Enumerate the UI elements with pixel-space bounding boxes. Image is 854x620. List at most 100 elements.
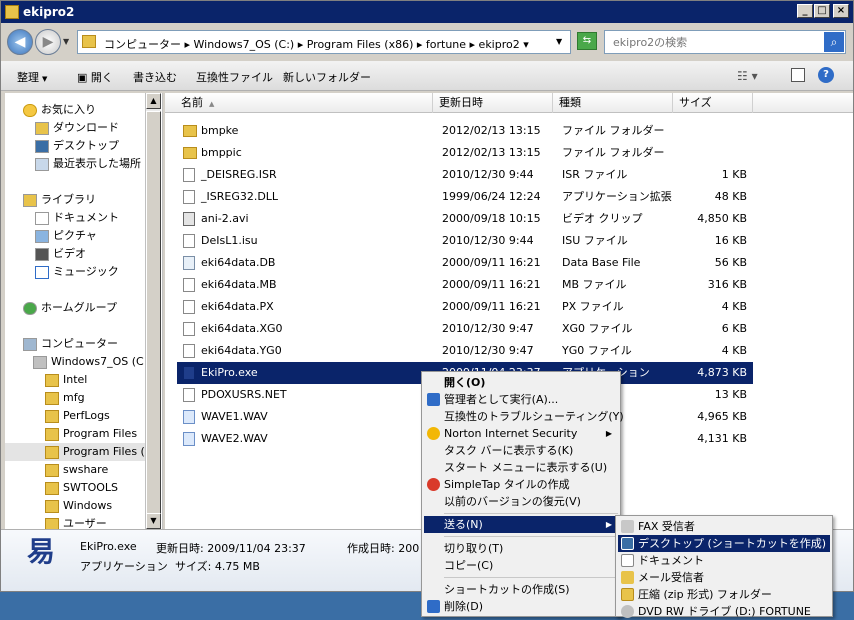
file-name: eki64data.PX: [201, 300, 274, 313]
maximize-button[interactable]: □: [814, 4, 830, 18]
menu-item-create-shortcut[interactable]: ショートカットの作成(S): [424, 581, 618, 598]
file-row[interactable]: eki64data.MB 2000/09/11 16:21 MB ファイル 316 K…: [177, 274, 753, 296]
column-date[interactable]: 更新日時: [433, 93, 553, 113]
menu-item-norton[interactable]: Norton Internet Security ▶: [424, 425, 618, 442]
file-row[interactable]: DeIsL1.isu 2010/12/30 9:44 ISU ファイル 16 KB: [177, 230, 753, 252]
sidebar-item-libraries[interactable]: ライブラリ: [23, 191, 96, 209]
new-folder-button[interactable]: 新しいフォルダー: [283, 69, 371, 85]
sidebar-folder[interactable]: ユーザー: [45, 515, 107, 529]
submenu-item-fax[interactable]: FAX 受信者: [618, 518, 830, 535]
menu-item-pin-taskbar[interactable]: タスク バーに表示する(K): [424, 442, 618, 459]
folder-icon: [183, 125, 197, 137]
menu-item-compat-troubleshoot[interactable]: 互換性のトラブルシューティング(Y): [424, 408, 624, 425]
sidebar-item-documents[interactable]: ドキュメント: [35, 209, 119, 227]
column-type[interactable]: 種類: [553, 93, 673, 113]
file-row[interactable]: eki64data.PX 2000/09/11 16:21 PX ファイル 4 KB: [177, 296, 753, 318]
forward-button[interactable]: ▶: [35, 29, 61, 55]
recent-pages-dropdown[interactable]: ▼: [63, 37, 69, 46]
refresh-button[interactable]: ⇆: [577, 32, 597, 50]
file-row[interactable]: _DEISREG.ISR 2010/12/30 9:44 ISR ファイル 1 KB: [177, 164, 753, 186]
navigation-pane: お気に入り ダウンロード デスクトップ 最近表示した場所 ライブラリ ドキュメン…: [5, 93, 163, 529]
preview-pane-button[interactable]: [791, 68, 805, 82]
search-icon[interactable]: ⌕: [824, 32, 844, 52]
sidebar-folder-selected[interactable]: Program Files (: [5, 443, 149, 461]
scroll-up-button[interactable]: ▲: [146, 93, 161, 109]
open-button[interactable]: ▣ 開く: [77, 69, 113, 85]
compat-files-button[interactable]: 互換性ファイル: [196, 69, 273, 85]
detail-kind: アプリケーション: [80, 560, 168, 573]
sidebar-item-videos[interactable]: ビデオ: [35, 245, 86, 263]
sidebar-folder[interactable]: swshare: [45, 461, 108, 479]
sidebar-item-drive[interactable]: Windows7_OS (C:): [33, 353, 152, 371]
sidebar-item-pictures[interactable]: ピクチャ: [35, 227, 97, 245]
sidebar-item-music[interactable]: ミュージック: [35, 263, 119, 281]
menu-item-pin-start[interactable]: スタート メニューに表示する(U): [424, 459, 618, 476]
submenu-item-documents[interactable]: ドキュメント: [618, 552, 830, 569]
search-input[interactable]: [605, 31, 825, 53]
file-row[interactable]: bmppic 2012/02/13 13:15 ファイル フォルダー: [177, 142, 753, 164]
menu-item-send-to[interactable]: 送る(N) ▶: [424, 516, 618, 533]
scroll-down-button[interactable]: ▼: [146, 513, 161, 529]
sidebar-folder[interactable]: Intel: [45, 371, 87, 389]
view-options-icon[interactable]: ☷ ▾: [737, 69, 758, 83]
menu-item-open[interactable]: 開く(O): [424, 374, 618, 391]
menu-item-cut[interactable]: 切り取り(T): [424, 540, 618, 557]
title-bar[interactable]: ekipro2 _ □ ×: [1, 1, 853, 23]
sidebar-item-computer[interactable]: コンピューター: [23, 335, 118, 353]
file-size: 56 KB: [714, 256, 747, 269]
sidebar-item-recent[interactable]: 最近表示した場所: [35, 155, 141, 173]
menu-item-restore-versions[interactable]: 以前のバージョンの復元(V): [424, 493, 618, 510]
file-row[interactable]: ani-2.avi 2000/09/18 10:15 ビデオ クリップ 4,850 K…: [177, 208, 753, 230]
file-name: eki64data.DB: [201, 256, 276, 269]
sidebar-item-homegroup[interactable]: ホームグループ: [23, 299, 117, 317]
back-button[interactable]: ◀: [7, 29, 33, 55]
file-name: PDOXUSRS.NET: [201, 388, 287, 401]
homegroup-icon: [23, 301, 37, 315]
file-name: bmppic: [201, 146, 242, 159]
sidebar-folder[interactable]: mfg: [45, 389, 85, 407]
menu-item-delete[interactable]: 削除(D): [424, 598, 618, 615]
sidebar-folder[interactable]: Program Files: [45, 425, 137, 443]
file-row[interactable]: eki64data.XG0 2010/12/30 9:47 XG0 ファイル 6 KB: [177, 318, 753, 340]
help-icon[interactable]: ?: [818, 67, 834, 83]
sidebar-folder[interactable]: PerfLogs: [45, 407, 110, 425]
minimize-button[interactable]: _: [797, 4, 813, 18]
burn-button[interactable]: 書き込む: [133, 69, 177, 85]
column-size[interactable]: サイズ: [673, 93, 753, 113]
close-button[interactable]: ×: [833, 4, 849, 18]
file-name: _ISREG32.DLL: [201, 190, 279, 203]
file-name: eki64data.XG0: [201, 322, 283, 335]
sidebar-folder[interactable]: SWTOOLS: [45, 479, 118, 497]
dvd-icon: [621, 605, 634, 618]
file-row[interactable]: eki64data.YG0 2010/12/30 9:47 YG0 ファイル 4 KB: [177, 340, 753, 362]
breadcrumb[interactable]: コンピューター ▸ Windows7_OS (C:) ▸ Program Fil…: [104, 36, 529, 52]
file-icon: [183, 168, 195, 182]
chevron-down-icon[interactable]: ▼: [556, 37, 562, 46]
file-date: 2000/09/11 16:21: [442, 300, 541, 313]
file-date: 2000/09/18 10:15: [442, 212, 541, 225]
submenu-item-desktop-shortcut[interactable]: デスクトップ (ショートカットを作成): [618, 535, 830, 552]
submenu-item-dvd[interactable]: DVD RW ドライブ (D:) FORTUNE: [618, 603, 830, 620]
sidebar-item-favorites[interactable]: お気に入り: [23, 101, 96, 119]
menu-item-copy[interactable]: コピー(C): [424, 557, 618, 574]
menu-item-simpletap[interactable]: SimpleTap タイルの作成: [424, 476, 618, 493]
sidebar-folder[interactable]: Windows: [45, 497, 112, 515]
menu-item-run-as-admin[interactable]: 管理者として実行(A)...: [424, 391, 618, 408]
search-box[interactable]: ⌕: [604, 30, 846, 54]
column-name[interactable]: 名前 ▲: [175, 93, 433, 113]
file-icon: [183, 190, 195, 204]
file-row[interactable]: eki64data.DB 2000/09/11 16:21 Data Base Fi…: [177, 252, 753, 274]
sidebar-item-downloads[interactable]: ダウンロード: [35, 119, 119, 137]
file-row[interactable]: _ISREG32.DLL 1999/06/24 12:24 アプリケーション拡張 48…: [177, 186, 753, 208]
sidebar-item-desktop[interactable]: デスクトップ: [35, 137, 119, 155]
file-row[interactable]: bmpke 2012/02/13 13:15 ファイル フォルダー: [177, 120, 753, 142]
detail-filename: EkiPro.exe: [80, 540, 137, 553]
navigation-scrollbar[interactable]: ▲ ▼: [145, 93, 161, 529]
file-type: ファイル フォルダー: [562, 124, 665, 137]
address-bar[interactable]: コンピューター ▸ Windows7_OS (C:) ▸ Program Fil…: [77, 30, 571, 54]
submenu-item-zip[interactable]: 圧縮 (zip 形式) フォルダー: [618, 586, 830, 603]
scroll-thumb[interactable]: [146, 111, 161, 519]
app-icon: 易: [27, 535, 56, 568]
organize-button[interactable]: 整理 ▼: [17, 69, 47, 85]
submenu-item-mail[interactable]: メール受信者: [618, 569, 830, 586]
